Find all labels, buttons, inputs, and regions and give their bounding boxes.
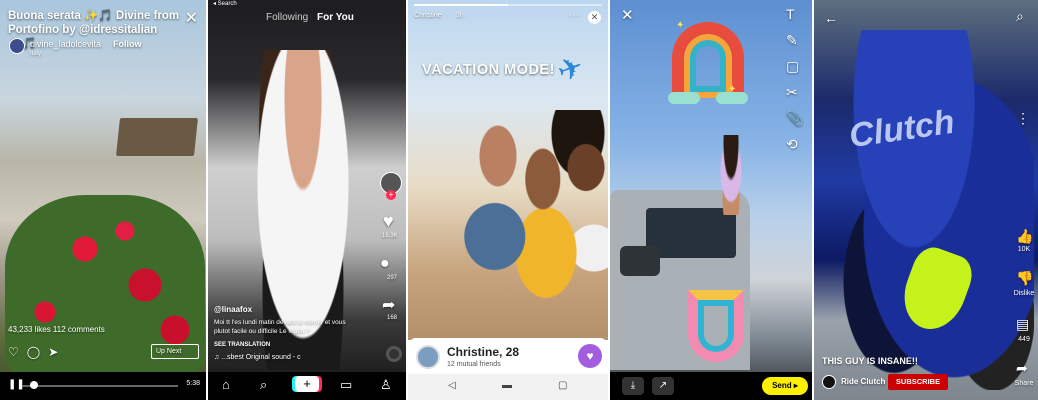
likes-count: 10K <box>1017 246 1031 253</box>
video-caption: Moi tt l'es lundi matin devant le mirroi… <box>214 319 346 335</box>
tiktok-panel: ◂ Search Following For You + ♥ 16.3K ● 2… <box>208 0 406 400</box>
shares-count: 168 <box>387 315 398 321</box>
home-pill-icon[interactable]: ▬ <box>502 380 512 391</box>
comment-icon[interactable]: ● <box>380 255 390 273</box>
sparkle-icon: ✦ <box>676 20 685 31</box>
up-next-label: Up Next <box>156 348 182 355</box>
dislike-label: Dislike <box>1013 290 1035 297</box>
tool-label: ✎ <box>786 32 798 48</box>
instagram-reel-panel: Buona serata ✨🎵 Divine from Portofino by… <box>0 0 206 400</box>
back-triangle-icon[interactable]: ◁ <box>448 380 456 391</box>
search-icon[interactable]: ⌕ <box>260 377 267 393</box>
video-caption: THIS GUY IS INSANE!! <box>822 356 918 366</box>
see-translation-link[interactable]: SEE TRANSLATION <box>214 342 270 348</box>
tool-label: 📎 <box>786 110 804 126</box>
close-icon[interactable]: ✕ <box>588 11 601 24</box>
more-icon[interactable]: ⋯ <box>569 10 579 21</box>
jeep-mirror <box>620 246 660 276</box>
tool-label: ▢ <box>786 58 800 74</box>
time-label: 5:38 <box>186 380 200 387</box>
avatar[interactable] <box>416 345 440 369</box>
stats-text: 43,233 likes 112 comments <box>8 325 105 334</box>
heart-icon[interactable]: ♡ <box>8 345 27 359</box>
dating-story-panel: Christine 3h ⋯ ✕ VACATION MODE! ✈ Christ… <box>408 0 608 400</box>
tab-for-you[interactable]: For You <box>317 12 354 23</box>
subscribe-label: SUBSCRIBE <box>895 377 941 386</box>
creator-handle[interactable]: @linaafox <box>214 305 252 314</box>
tab-following[interactable]: Following <box>266 12 308 23</box>
share-icon[interactable]: ➦ <box>1016 360 1028 377</box>
story-name: Christine <box>414 12 442 19</box>
channel-name[interactable]: Ride Clutch <box>841 377 885 386</box>
loop-tool-icon[interactable]: ⟲ <box>786 136 798 153</box>
tool-label: ⟲ <box>786 136 798 152</box>
thumbs-up-icon[interactable]: 👍 <box>1016 228 1033 245</box>
home-icon[interactable]: ⌂ <box>222 377 230 392</box>
story-progress-fill <box>414 4 508 6</box>
comments-count: 449 <box>1018 336 1030 343</box>
close-icon[interactable]: ✕ <box>621 6 634 24</box>
create-button[interactable]: + <box>295 376 319 392</box>
music-disc-icon[interactable] <box>386 346 402 362</box>
story-time: 3h <box>456 12 464 19</box>
back-label[interactable]: ◂ Search <box>213 0 237 7</box>
text-tool-icon[interactable]: T <box>786 6 795 22</box>
sticker-tool-icon[interactable]: ▢ <box>786 58 799 75</box>
app-screenshots-strip: Buona serata ✨🎵 Divine from Portofino by… <box>0 0 1038 400</box>
inbox-icon[interactable]: ▭ <box>340 377 352 393</box>
recents-icon[interactable]: ▢ <box>558 380 567 391</box>
attach-tool-icon[interactable]: 📎 <box>786 110 803 127</box>
share-label: Share <box>1014 380 1034 387</box>
comment-icon[interactable]: ▤ <box>1016 316 1029 333</box>
scissors-tool-icon[interactable]: ✂ <box>786 84 798 101</box>
snapchat-panel: ✦ ✦ ✕ T ✎ ▢ ✂ 📎 ⟲ ⤓ ↗ Send ▸ <box>610 0 812 400</box>
progress-track[interactable] <box>22 385 178 387</box>
likes-count: 16.3K <box>382 233 398 239</box>
youtube-shorts-panel: Clutch ← ⌕ ⋮ 👍 10K 👎 Dislike ▤ 449 ➦ Sha… <box>814 0 1038 400</box>
username[interactable]: divine_ladolcevita <box>30 39 101 49</box>
follow-plus-icon[interactable]: + <box>386 190 396 200</box>
woman-image <box>716 135 746 215</box>
share-story-icon[interactable]: ↗ <box>652 377 674 395</box>
letter-j-sticker[interactable] <box>688 290 744 362</box>
follow-button[interactable]: Follow <box>113 39 142 49</box>
tool-label: T <box>786 6 795 22</box>
channel-avatar[interactable] <box>822 375 836 389</box>
subscribe-button[interactable]: SUBSCRIBE <box>888 374 948 390</box>
sparkle-icon: ✦ <box>728 84 737 95</box>
friends-photo <box>450 110 608 340</box>
vacation-sticker: VACATION MODE! <box>422 62 555 78</box>
profile-icon[interactable]: ♙ <box>380 377 392 393</box>
thumbs-down-icon[interactable]: 👎 <box>1016 270 1033 287</box>
back-arrow-icon[interactable]: ← <box>824 10 838 26</box>
tool-label: ✂ <box>786 84 798 100</box>
send-button[interactable]: Send ▸ <box>762 377 808 395</box>
motorcycle-image <box>834 30 1034 390</box>
share-icon[interactable]: ➦ <box>382 295 395 315</box>
download-icon[interactable]: ⤓ <box>622 377 644 395</box>
location-label: Italy <box>30 51 42 57</box>
pen-tool-icon[interactable]: ✎ <box>786 32 798 49</box>
up-next-button[interactable]: Up Next <box>151 344 199 359</box>
music-label[interactable]: ♫ ...sbest Original sound - c <box>214 354 301 361</box>
comments-count: 297 <box>387 275 398 281</box>
mutual-friends: 12 mutual friends <box>447 361 501 368</box>
heart-icon[interactable]: ♥ <box>383 211 394 232</box>
profile-name: Christine, 28 <box>447 345 520 359</box>
bench-image <box>116 118 198 156</box>
cloud-sticker-left <box>668 92 700 104</box>
send-icon[interactable]: ➤ <box>48 345 66 359</box>
like-button[interactable]: ♥ <box>578 344 602 368</box>
progress-knob[interactable] <box>29 381 38 389</box>
action-icons: ♡◯➤ <box>8 345 66 359</box>
avatar[interactable] <box>9 38 25 54</box>
search-icon[interactable]: ⌕ <box>1016 8 1024 25</box>
send-label: Send ▸ <box>772 381 798 390</box>
comment-icon[interactable]: ◯ <box>27 345 48 359</box>
close-icon[interactable]: ✕ <box>185 8 198 28</box>
more-icon[interactable]: ⋮ <box>1016 110 1030 127</box>
